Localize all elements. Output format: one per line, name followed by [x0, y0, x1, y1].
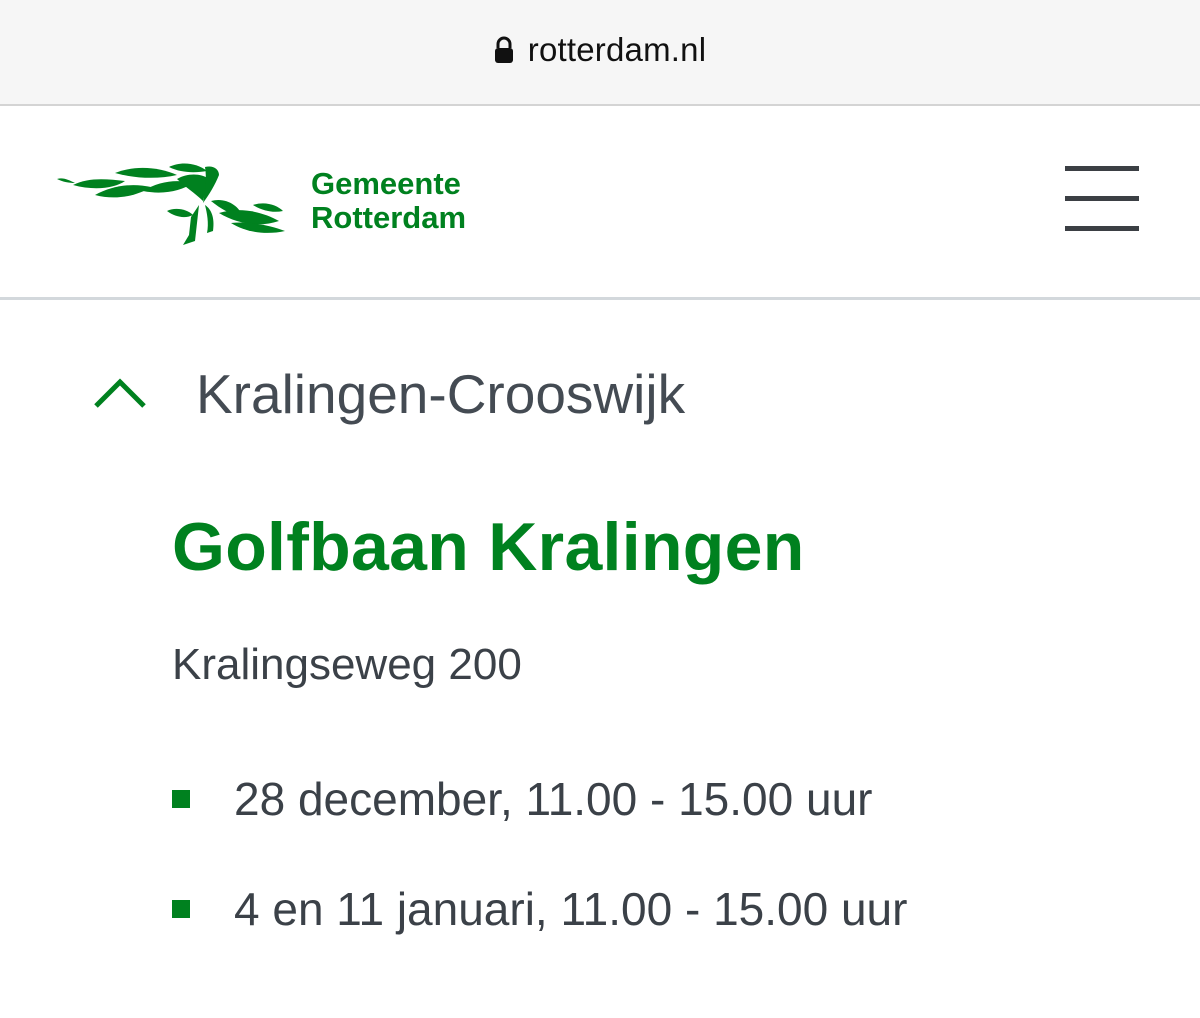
- bullet-icon: [172, 790, 190, 808]
- logo-text: Gemeente Rotterdam: [311, 167, 466, 235]
- menu-bar-top: [1065, 166, 1139, 171]
- site-header: Gemeente Rotterdam: [0, 106, 1200, 300]
- menu-bar-middle: [1065, 196, 1139, 201]
- hamburger-menu-icon[interactable]: [1062, 166, 1142, 232]
- district-title: Kralingen-Crooswijk: [196, 363, 686, 425]
- location-address: Kralingseweg 200: [172, 640, 522, 689]
- bullet-icon: [172, 900, 190, 918]
- menu-bar-bottom: [1065, 226, 1139, 231]
- logo-line-gemeente: Gemeente: [311, 166, 461, 201]
- district-accordion-toggle[interactable]: Kralingen-Crooswijk: [92, 362, 685, 426]
- opening-dates-list: 28 december, 11.00 - 15.00 uur 4 en 11 j…: [172, 770, 907, 990]
- location-title: Golfbaan Kralingen: [172, 509, 805, 585]
- rotterdam-logo-mark-icon: [57, 163, 285, 245]
- url-text: rotterdam.nl: [527, 31, 707, 68]
- logo-line-rotterdam: Rotterdam: [311, 200, 467, 235]
- url-display[interactable]: rotterdam.nl: [494, 31, 706, 69]
- list-item: 28 december, 11.00 - 15.00 uur: [172, 770, 907, 828]
- date-text: 28 december, 11.00 - 15.00 uur: [234, 773, 873, 825]
- gemeente-rotterdam-logo[interactable]: Gemeente Rotterdam: [55, 161, 466, 247]
- list-item: 4 en 11 januari, 11.00 - 15.00 uur: [172, 880, 907, 938]
- date-text: 4 en 11 januari, 11.00 - 15.00 uur: [234, 883, 908, 935]
- chevron-up-icon: [94, 378, 146, 408]
- browser-address-bar[interactable]: rotterdam.nl: [0, 0, 1200, 106]
- lock-icon: [494, 36, 513, 63]
